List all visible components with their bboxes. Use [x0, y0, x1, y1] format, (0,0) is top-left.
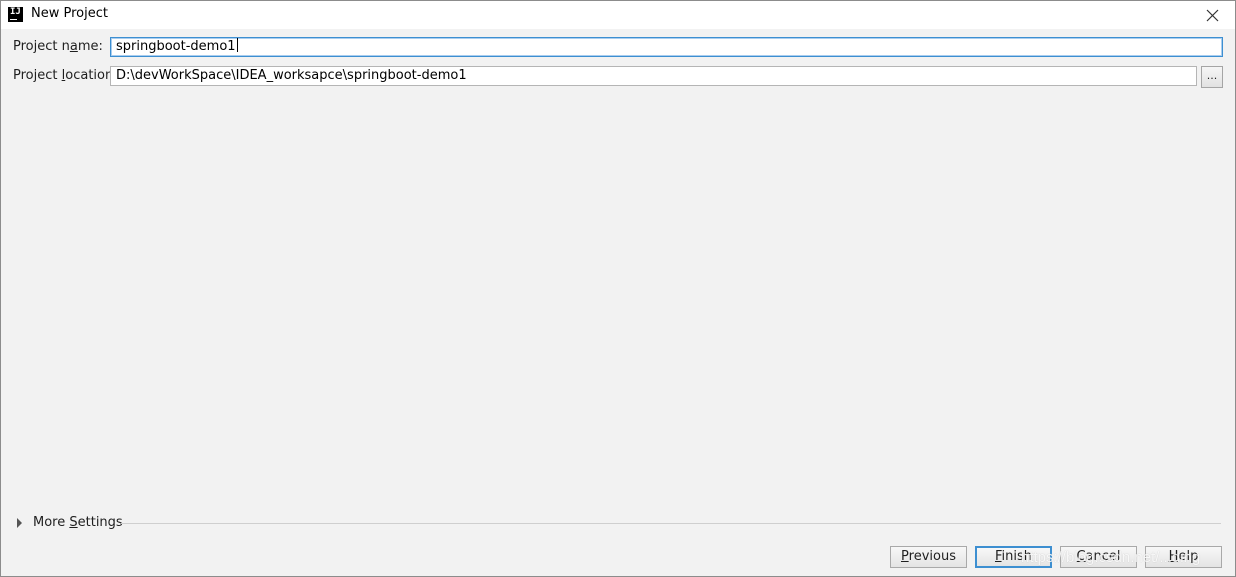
- previous-button[interactable]: Previous: [890, 546, 967, 568]
- more-settings-label: More Settings: [33, 515, 123, 530]
- project-name-input[interactable]: springboot-demo1: [110, 37, 1223, 57]
- cancel-button[interactable]: Cancel: [1060, 546, 1137, 568]
- new-project-dialog: IJ New Project Project name: springboot-…: [0, 0, 1236, 577]
- more-settings-divider: [121, 523, 1221, 524]
- title-bar: IJ New Project: [1, 1, 1235, 29]
- finish-button[interactable]: Finish: [975, 546, 1052, 568]
- close-icon: [1206, 9, 1218, 21]
- project-location-label: Project location:: [13, 68, 118, 83]
- project-location-input[interactable]: D:\devWorkSpace\IDEA_worksapce\springboo…: [110, 66, 1197, 86]
- window-title: New Project: [31, 6, 108, 21]
- help-button[interactable]: Help: [1145, 546, 1222, 568]
- expand-triangle-icon: [17, 518, 22, 528]
- browse-button[interactable]: ...: [1201, 66, 1223, 88]
- text-caret: [236, 38, 238, 52]
- project-name-label: Project name:: [13, 39, 103, 54]
- close-button[interactable]: [1196, 1, 1228, 29]
- intellij-idea-icon: IJ: [8, 7, 23, 22]
- more-settings-toggle[interactable]: More Settings: [15, 514, 1225, 534]
